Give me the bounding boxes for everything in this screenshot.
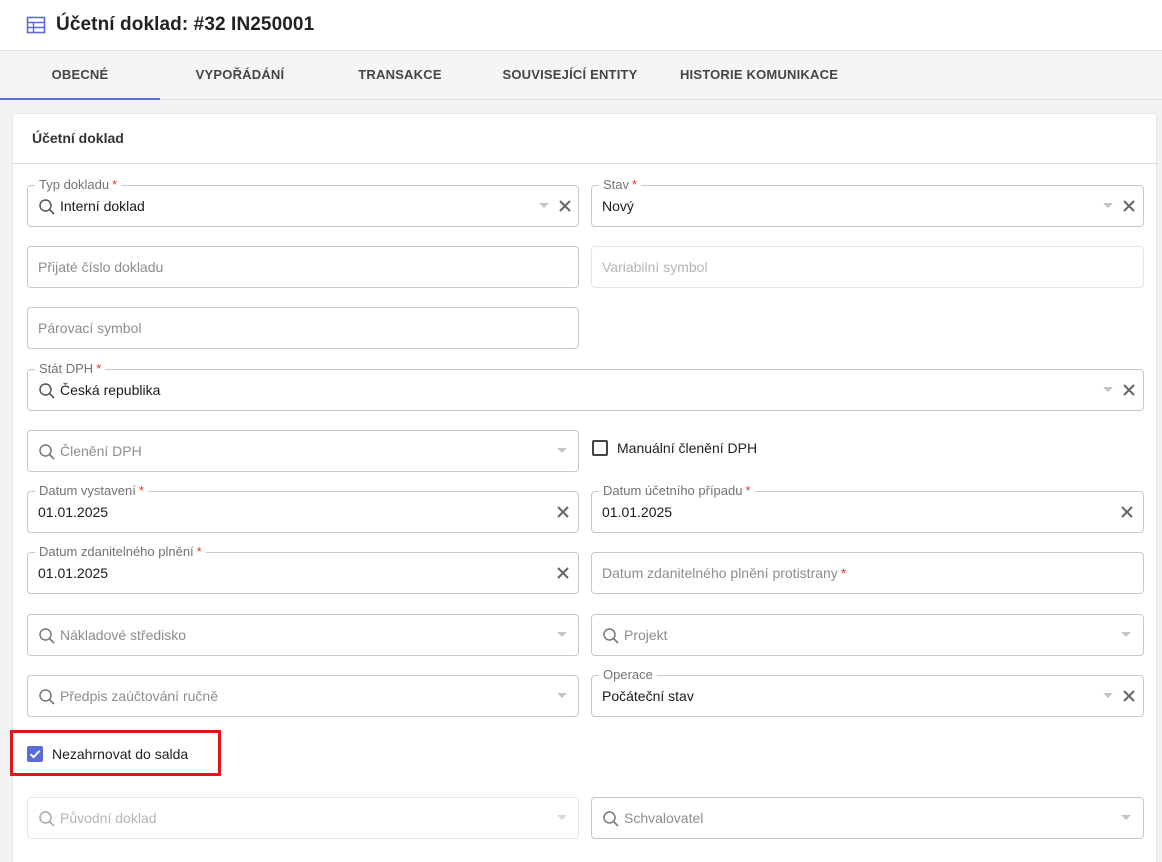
chevron-down-icon[interactable] xyxy=(1103,203,1113,208)
close-icon[interactable] xyxy=(1119,504,1135,520)
operace-select[interactable]: Operace Počáteční stav xyxy=(591,667,1144,717)
typ-dokladu-select[interactable]: Typ dokladu * Interní doklad xyxy=(27,177,579,227)
search-icon xyxy=(39,811,55,827)
search-icon xyxy=(603,628,619,644)
nakladove-stredisko-select[interactable]: Nákladové středisko xyxy=(27,614,579,656)
parovaci-symbol-input[interactable]: Párovací symbol xyxy=(27,307,579,349)
field-placeholder: Párovací symbol xyxy=(38,320,142,336)
datum-ucetniho-pripadu-input[interactable]: Datum účetního případu * 01.01.2025 xyxy=(591,483,1144,533)
chevron-down-icon[interactable] xyxy=(1103,387,1113,392)
schvalovatel-select[interactable]: Schvalovatel xyxy=(591,797,1144,839)
projekt-select[interactable]: Projekt xyxy=(591,614,1144,656)
field-value: Nový xyxy=(602,198,634,214)
checkbox-label: Manuální členění DPH xyxy=(617,440,758,456)
datum-vystaveni-input[interactable]: Datum vystavení * 01.01.2025 xyxy=(27,483,579,533)
close-icon[interactable] xyxy=(555,504,571,520)
search-icon xyxy=(603,811,619,827)
search-icon xyxy=(39,628,55,644)
search-icon xyxy=(39,689,55,705)
page-header: Účetní doklad: #32 IN250001 xyxy=(0,0,1162,51)
variabilni-symbol-input: Variabilní symbol xyxy=(591,246,1144,288)
close-icon[interactable] xyxy=(557,198,573,214)
field-placeholder: Přijaté číslo dokladu xyxy=(38,259,164,275)
tab-transakce[interactable]: Transakce xyxy=(320,51,480,100)
datum-zdanitelneho-plneni-input[interactable]: Datum zdanitelného plnění * 01.01.2025 xyxy=(27,544,579,594)
search-icon xyxy=(39,199,55,215)
field-placeholder: Projekt xyxy=(624,627,668,643)
cleneni-dph-select[interactable]: Členění DPH xyxy=(27,430,579,472)
tab-souvisejici-entity[interactable]: Související entity xyxy=(480,51,660,100)
table-icon xyxy=(26,16,46,34)
field-placeholder: Datum zdanitelného plnění protistrany * xyxy=(602,565,847,581)
search-icon xyxy=(39,383,55,399)
card-title: Účetní doklad xyxy=(32,130,124,146)
puvodni-doklad-select: Původní doklad xyxy=(27,797,579,839)
chevron-down-icon xyxy=(557,815,567,820)
field-value: Česká republika xyxy=(60,382,161,398)
close-icon[interactable] xyxy=(1121,198,1137,214)
field-value: Počáteční stav xyxy=(602,688,694,704)
field-placeholder: Nákladové středisko xyxy=(60,627,187,643)
datum-zdanitelneho-plneni-protistrany-input[interactable]: Datum zdanitelného plnění protistrany * xyxy=(591,552,1144,594)
chevron-down-icon[interactable] xyxy=(1103,693,1113,698)
tab-bar: Obecné Vypořádání Transakce Související … xyxy=(0,51,1162,100)
close-icon[interactable] xyxy=(555,565,571,581)
card-divider xyxy=(13,163,1158,164)
chevron-down-icon[interactable] xyxy=(1121,815,1131,820)
close-icon[interactable] xyxy=(1121,688,1137,704)
field-placeholder: Předpis zaúčtování ručně xyxy=(60,688,218,704)
page-title: Účetní doklad: #32 IN250001 xyxy=(56,14,315,35)
tab-historie-komunikace[interactable]: Historie komunikace xyxy=(664,51,854,100)
field-placeholder: Variabilní symbol xyxy=(602,259,708,275)
tab-vyporadani[interactable]: Vypořádání xyxy=(160,51,320,100)
manualni-cleneni-dph-checkbox[interactable]: Manuální členění DPH xyxy=(592,438,757,458)
chevron-down-icon[interactable] xyxy=(1121,632,1131,637)
field-placeholder: Členění DPH xyxy=(60,443,142,459)
chevron-down-icon[interactable] xyxy=(557,632,567,637)
field-placeholder: Původní doklad xyxy=(60,810,157,826)
stav-select[interactable]: Stav * Nový xyxy=(591,177,1144,227)
chevron-down-icon[interactable] xyxy=(557,448,567,453)
field-value: Interní doklad xyxy=(60,198,145,214)
chevron-down-icon[interactable] xyxy=(539,203,549,208)
chevron-down-icon[interactable] xyxy=(557,693,567,698)
search-icon xyxy=(39,444,55,460)
tab-obecne[interactable]: Obecné xyxy=(0,51,160,100)
prijate-cislo-dokladu-input[interactable]: Přijaté číslo dokladu xyxy=(27,246,579,288)
predpis-zauctovani-select[interactable]: Předpis zaúčtování ručně xyxy=(27,675,579,717)
checkbox-box[interactable] xyxy=(592,440,608,456)
highlight-box xyxy=(10,730,221,776)
field-placeholder: Schvalovatel xyxy=(624,810,704,826)
close-icon[interactable] xyxy=(1121,382,1137,398)
field-value: 01.01.2025 xyxy=(38,504,109,520)
field-value: 01.01.2025 xyxy=(38,565,109,581)
stat-dph-select[interactable]: Stát DPH * Česká republika xyxy=(27,361,1144,411)
field-value: 01.01.2025 xyxy=(602,504,673,520)
